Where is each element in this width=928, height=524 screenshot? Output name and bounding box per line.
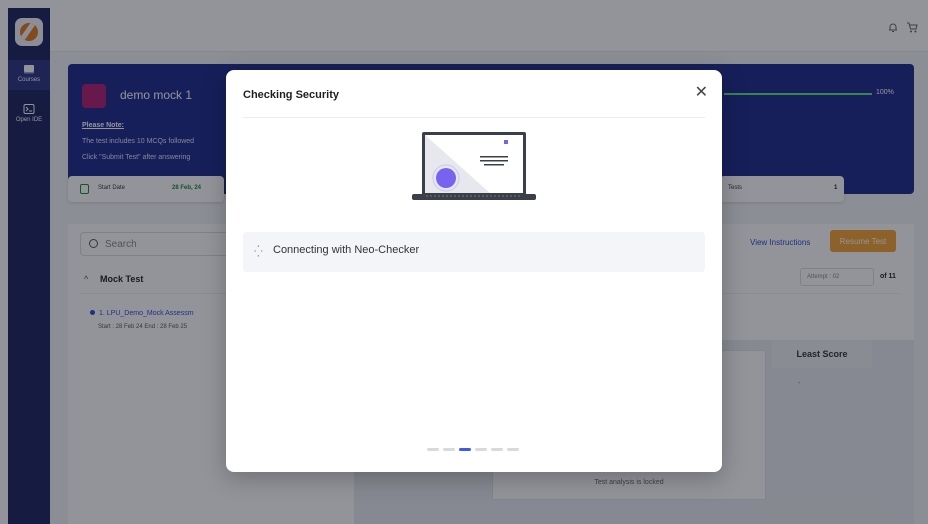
step-dot bbox=[427, 448, 439, 451]
step-indicator bbox=[427, 448, 519, 451]
step-dot-active bbox=[459, 448, 471, 451]
status-text: Connecting with Neo-Checker bbox=[273, 244, 420, 256]
divider bbox=[243, 117, 705, 118]
step-dot bbox=[491, 448, 503, 451]
loading-spinner-icon: ⁛ bbox=[254, 246, 263, 258]
connection-status: ⁛ Connecting with Neo-Checker bbox=[243, 232, 705, 272]
step-dot bbox=[507, 448, 519, 451]
security-check-modal: Checking Security ✕ ⁛ Connecting with Ne… bbox=[226, 70, 722, 472]
close-icon[interactable]: ✕ bbox=[695, 85, 708, 101]
laptop-illustration bbox=[412, 132, 536, 200]
modal-title: Checking Security bbox=[243, 89, 339, 101]
step-dot bbox=[443, 448, 455, 451]
step-dot bbox=[475, 448, 487, 451]
